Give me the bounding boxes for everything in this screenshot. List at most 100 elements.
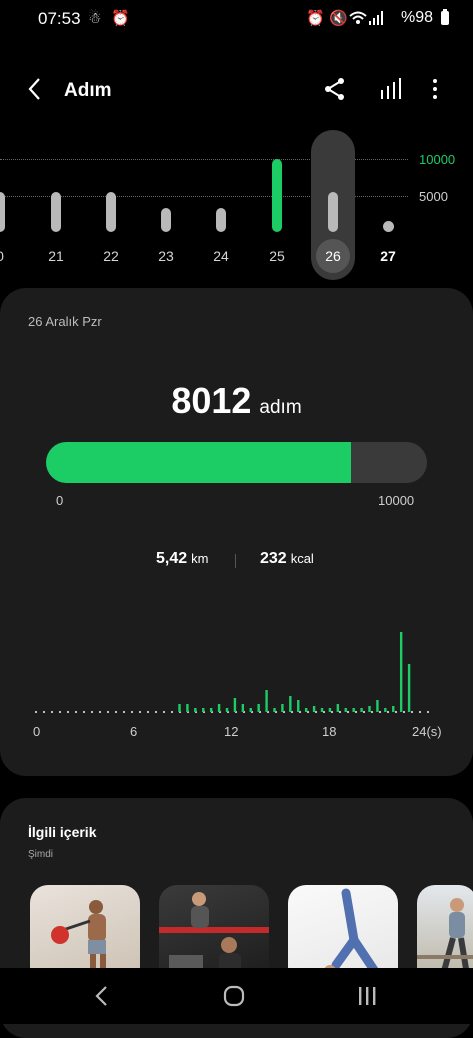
hourly-bar <box>249 708 252 712</box>
progress-max-label: 10000 <box>378 493 415 508</box>
baseline-dot <box>42 710 46 714</box>
system-nav-bar <box>0 968 473 1024</box>
status-time: 07:53 <box>38 9 81 28</box>
hourly-bar <box>178 704 181 712</box>
baseline-dot <box>146 710 150 714</box>
day-label-23[interactable]: 23 <box>146 248 186 264</box>
wifi-icon <box>349 11 367 24</box>
ref-label-10000: 10000 <box>419 152 456 167</box>
mute-icon: 🔇 <box>329 10 348 27</box>
more-options-icon[interactable] <box>424 76 450 102</box>
hourly-bar <box>225 708 229 712</box>
day-bar-25[interactable] <box>272 159 282 232</box>
hourly-bar <box>320 708 324 712</box>
hourly-bar <box>344 708 347 712</box>
progress-min-label: 0 <box>56 493 64 508</box>
day-bar-20[interactable] <box>0 191 5 232</box>
nav-back-icon[interactable] <box>92 984 112 1008</box>
hour-label-24: 24(s) <box>412 724 442 739</box>
selected-date: 26 Aralık Pzr <box>28 314 102 329</box>
hourly-bar <box>289 696 292 712</box>
baseline-dot <box>418 710 422 714</box>
bar-chart-icon[interactable] <box>378 76 404 102</box>
back-button[interactable] <box>22 76 48 102</box>
day-label-22[interactable]: 22 <box>91 248 131 264</box>
baseline-dot <box>58 710 62 714</box>
day-bar-27[interactable] <box>383 221 394 232</box>
hourly-bar <box>186 704 189 712</box>
baseline-dot <box>162 710 166 714</box>
day-label-25[interactable]: 25 <box>257 248 297 264</box>
hourly-bar <box>328 708 332 712</box>
steps-progress-fill <box>46 442 352 483</box>
baseline-dot <box>74 710 78 714</box>
hourly-bar <box>384 708 387 712</box>
distance-unit: km <box>191 551 209 566</box>
battery-icon <box>441 9 449 25</box>
hourly-bar <box>407 664 411 712</box>
baseline-dot <box>330 710 334 714</box>
day-bar-23[interactable] <box>161 207 171 232</box>
baseline-dot <box>346 710 350 714</box>
day-bar-26[interactable] <box>328 191 338 232</box>
hourly-bar <box>281 704 284 712</box>
distance-value: 5,42 <box>156 550 188 567</box>
baseline-dot <box>138 710 142 714</box>
hourly-bar <box>368 706 371 712</box>
distance-metric: 5,42 km <box>156 550 208 568</box>
related-title: İlgili içerik <box>28 824 97 840</box>
baseline-dot <box>66 710 70 714</box>
steps-count-row: 8012 adım <box>0 380 473 422</box>
hour-label-12: 12 <box>224 724 239 739</box>
baseline-dot <box>98 710 102 714</box>
baseline-dot <box>370 710 374 714</box>
day-label-20[interactable]: 0 <box>0 248 20 264</box>
baseline-dot <box>122 710 126 714</box>
hourly-bar <box>297 700 300 712</box>
hourly-steps-chart[interactable] <box>34 618 434 718</box>
alarm-status-icon: ⏰ <box>306 10 325 27</box>
signal-icon <box>369 11 383 25</box>
page-title: Adım <box>64 80 112 101</box>
hour-label-6: 6 <box>130 724 138 739</box>
share-icon[interactable] <box>322 76 348 102</box>
baseline-dot <box>130 710 134 714</box>
hourly-bar <box>194 708 197 712</box>
hourly-bar <box>360 708 363 712</box>
hourly-bar <box>376 700 379 712</box>
baseline-dot <box>322 710 326 714</box>
calories-value: 232 <box>260 550 287 567</box>
hourly-bar <box>273 708 276 712</box>
hourly-bar <box>312 706 316 712</box>
hour-label-18: 18 <box>322 724 337 739</box>
day-bar-24[interactable] <box>216 207 226 232</box>
nav-recents-icon[interactable] <box>356 985 378 1007</box>
day-label-24[interactable]: 24 <box>201 248 241 264</box>
baseline-dot <box>394 710 398 714</box>
steps-unit: adım <box>259 397 302 418</box>
hourly-bar <box>209 708 213 712</box>
hourly-bar <box>399 632 403 712</box>
baseline-dot <box>386 710 390 714</box>
baseline-dot <box>426 710 430 714</box>
ref-label-5000: 5000 <box>419 189 448 204</box>
app-header: Adım <box>0 66 473 116</box>
day-bar-21[interactable] <box>51 191 61 232</box>
alarm-icon: ⏰ <box>111 10 130 27</box>
baseline-dot <box>106 710 110 714</box>
day-label-21[interactable]: 21 <box>36 248 76 264</box>
steps-count: 8012 <box>171 380 252 421</box>
weekly-steps-chart[interactable]: 10000 5000 0 21 22 23 24 25 26 27 <box>0 128 473 280</box>
day-bar-22[interactable] <box>106 191 116 232</box>
nav-home-icon[interactable] <box>222 984 246 1008</box>
hourly-bar <box>265 690 268 712</box>
hourly-bar <box>257 704 260 712</box>
battery-percent: %98 <box>400 9 433 26</box>
hourly-bar <box>202 708 205 712</box>
hourly-bar <box>233 698 237 712</box>
day-label-26[interactable]: 26 <box>313 248 353 264</box>
baseline-dot <box>114 710 118 714</box>
day-label-27[interactable]: 27 <box>368 248 408 264</box>
baseline-dot <box>82 710 86 714</box>
related-subtitle: Şimdi <box>28 849 54 860</box>
